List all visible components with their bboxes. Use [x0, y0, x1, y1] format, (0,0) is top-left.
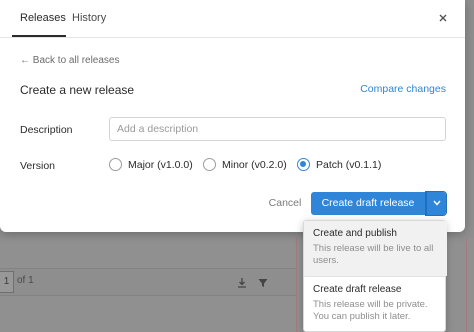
version-radio-major[interactable]: Major (v1.0.0): [109, 158, 193, 171]
menu-item-description: This release will be private. You can pu…: [313, 299, 428, 322]
back-link[interactable]: ← Back to all releases: [20, 55, 120, 66]
create-draft-release-button[interactable]: Create draft release: [311, 192, 425, 215]
modal-tabs: Releases History: [0, 0, 465, 38]
menu-item-description: This release will be live to all users.: [313, 243, 434, 266]
filter-icon: [257, 276, 269, 288]
arrow-left-icon: ←: [20, 55, 30, 66]
radio-label: Patch (v0.1.1): [316, 158, 382, 171]
background-divider: [296, 238, 297, 332]
radio-label: Minor (v0.2.0): [222, 158, 287, 171]
active-tab-indicator: [12, 35, 66, 37]
menu-item-create-and-publish[interactable]: Create and publish This release will be …: [304, 221, 447, 276]
radio-circle: [109, 158, 122, 171]
release-modal: Releases History ← Back to all releases …: [0, 0, 465, 232]
description-input[interactable]: [109, 117, 446, 141]
description-label: Description: [20, 124, 73, 136]
background-divider: [466, 238, 467, 332]
menu-item-title: Create and publish: [313, 228, 397, 239]
back-link-label: Back to all releases: [32, 55, 120, 66]
page-count-text: of 1: [17, 275, 34, 286]
page-title: Create a new release: [20, 83, 135, 97]
version-radio-minor[interactable]: Minor (v0.2.0): [203, 158, 287, 171]
radio-circle: [203, 158, 216, 171]
download-icon: [236, 276, 248, 288]
compare-changes-link[interactable]: Compare changes: [336, 83, 446, 95]
version-radio-patch[interactable]: Patch (v0.1.1): [297, 158, 381, 171]
tab-history[interactable]: History: [72, 12, 106, 24]
radio-label: Major (v1.0.0): [128, 158, 193, 171]
background-pagination: 1 of 1: [0, 268, 296, 296]
page-number-box: 1: [0, 271, 14, 293]
version-label: Version: [20, 160, 56, 172]
menu-item-title: Create draft release: [313, 284, 402, 295]
chevron-down-icon: [433, 200, 441, 206]
cancel-button[interactable]: Cancel: [262, 193, 308, 213]
close-icon[interactable]: [436, 11, 450, 25]
release-options-toggle[interactable]: [425, 191, 447, 216]
tab-releases[interactable]: Releases: [20, 12, 66, 24]
menu-item-create-draft-release[interactable]: Create draft release This release will b…: [304, 277, 447, 332]
radio-circle-selected: [297, 158, 310, 171]
release-options-menu: Create and publish This release will be …: [303, 220, 447, 332]
